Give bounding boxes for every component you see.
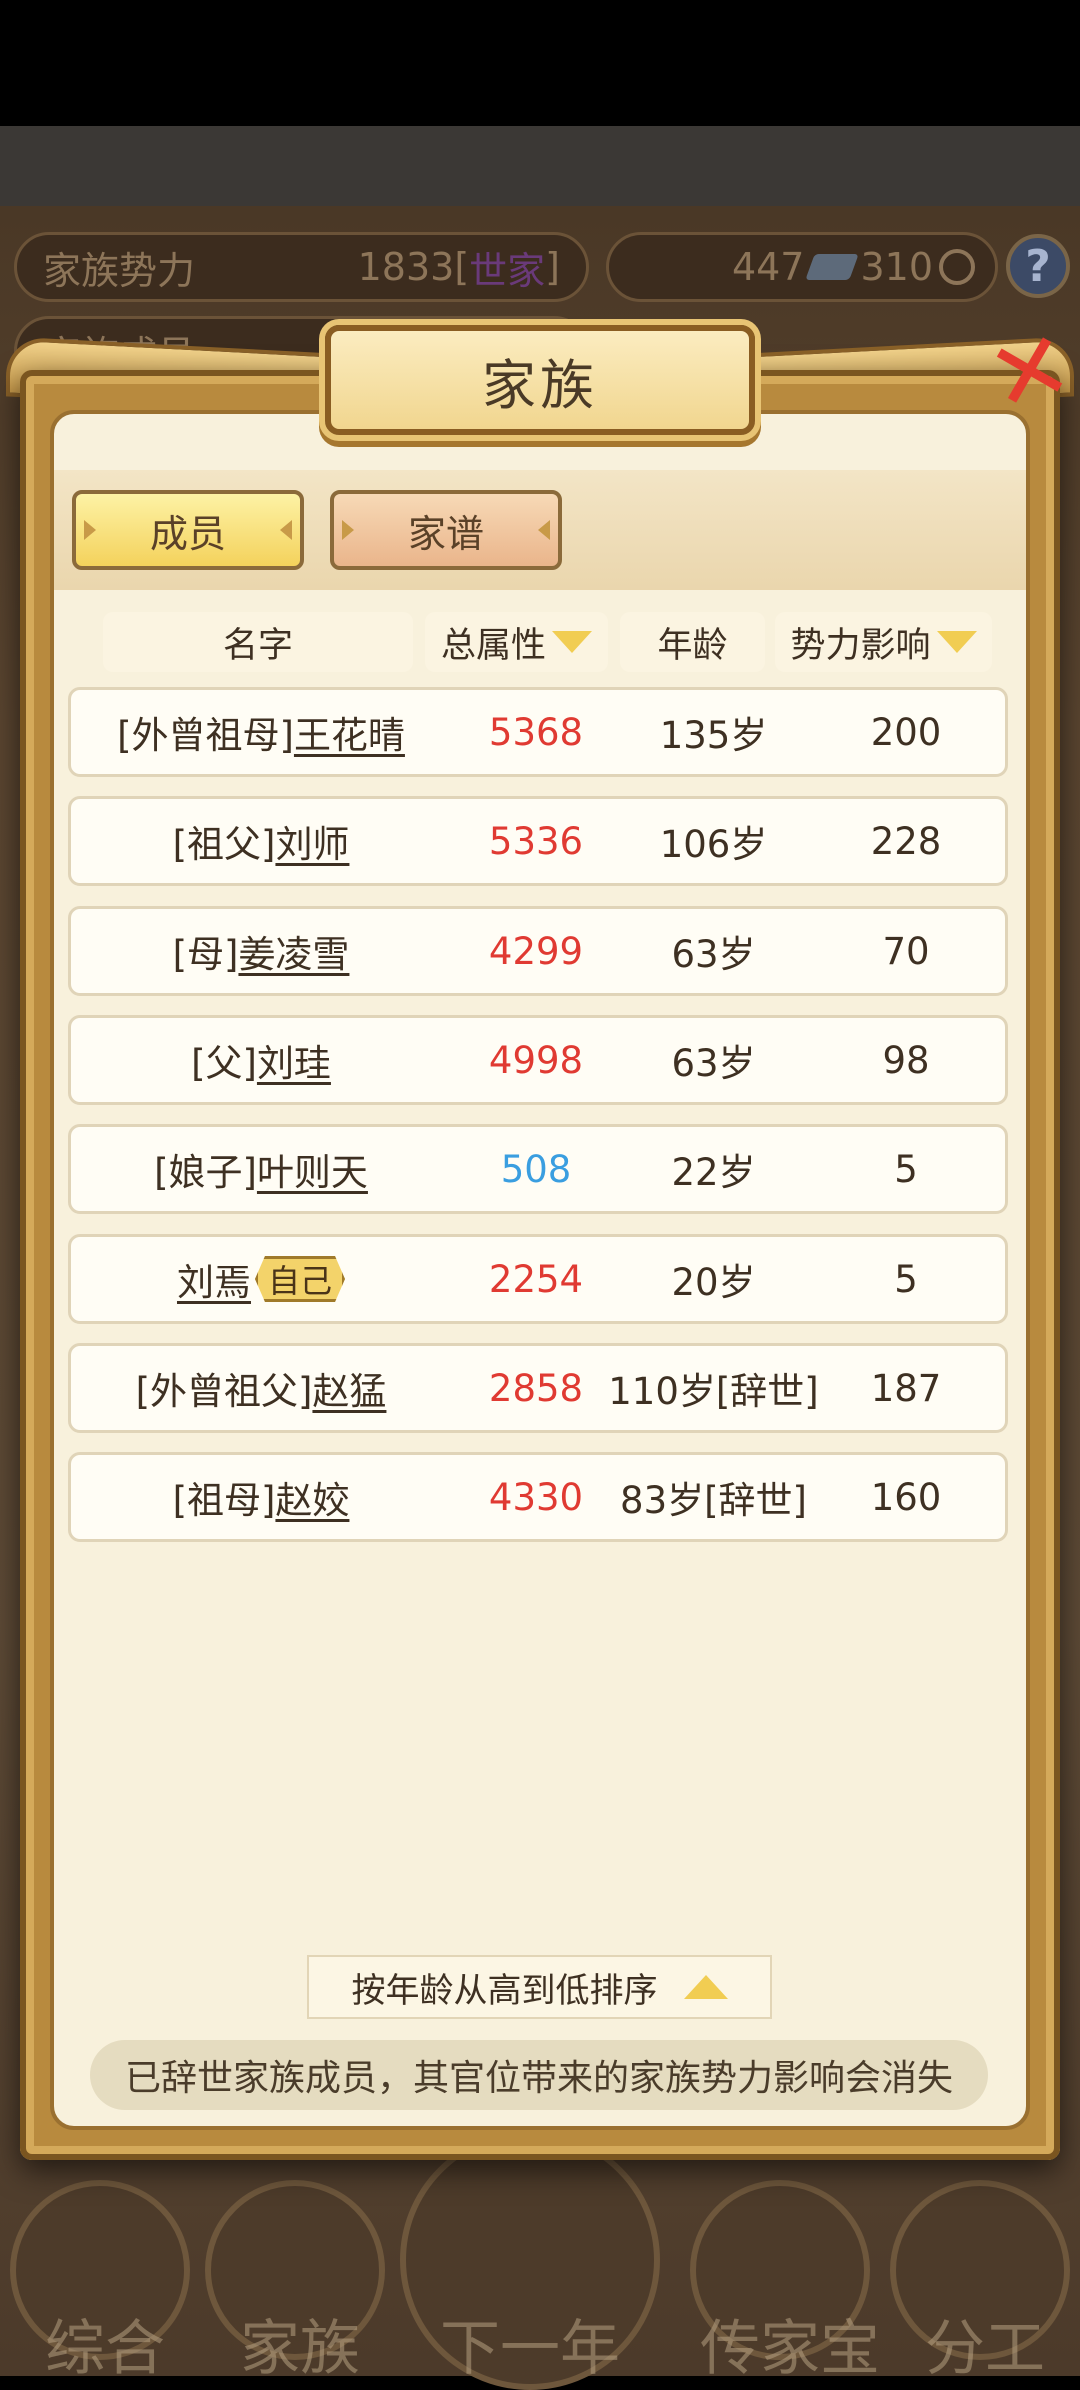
member-influence: 200: [870, 710, 942, 754]
member-total-attr: 2858: [488, 1366, 584, 1410]
silver-icon: [805, 254, 860, 280]
column-header-age[interactable]: 年龄: [620, 612, 765, 672]
member-name-link[interactable]: 刘师: [275, 814, 349, 868]
bg-currency-pill: 447 310: [606, 232, 998, 302]
member-name-link[interactable]: 王花晴: [294, 705, 405, 759]
sort-by-age-label: 按年龄从高到低排序: [351, 1970, 658, 2011]
member-total-attr: 508: [500, 1147, 572, 1191]
member-relation: [外曾祖母]: [117, 714, 294, 757]
member-influence: 228: [870, 819, 942, 863]
bg-currency-a: 447: [731, 245, 805, 289]
column-header-name: 名字: [103, 612, 413, 672]
nav-heirloom-label: 传家宝: [700, 2314, 880, 2384]
table-row[interactable]: [外曾祖母] 王花晴 5368 135岁 200: [68, 687, 1008, 777]
coin-icon: [939, 249, 975, 285]
member-age: 135岁: [659, 714, 768, 757]
member-relation: [娘子]: [154, 1151, 257, 1194]
bg-power-label: 家族势力: [43, 248, 196, 293]
member-total-attr: 5336: [488, 819, 584, 863]
member-age: 83岁[辞世]: [620, 1479, 807, 1522]
column-header-influence[interactable]: 势力影响: [775, 612, 992, 672]
column-header-total-attr-label: 总属性: [440, 625, 546, 666]
member-name-cell: 刘焉 自己: [71, 1237, 451, 1321]
table-row[interactable]: [娘子] 叶则天 508 22岁 5: [68, 1124, 1008, 1214]
member-name-cell: [娘子] 叶则天: [71, 1127, 451, 1211]
member-age: 63岁: [671, 1042, 756, 1085]
member-relation: [祖父]: [172, 823, 276, 866]
member-relation: [祖母]: [172, 1479, 276, 1522]
member-name-link[interactable]: 赵姣: [275, 1470, 349, 1524]
member-name-cell: [父] 刘珪: [71, 1018, 451, 1102]
bg-power-rank-tag: 世家: [469, 248, 546, 293]
background-top-bar: [0, 126, 1080, 206]
member-name-cell: [外曾祖母] 王花晴: [71, 690, 451, 774]
member-total-attr: 5368: [488, 710, 584, 754]
nav-next-year-label: 下一年: [440, 2314, 620, 2384]
column-header-influence-label: 势力影响: [790, 625, 931, 666]
tab-family-tree[interactable]: 家谱: [330, 490, 562, 570]
table-row[interactable]: [母] 姜凌雪 4299 63岁 70: [68, 906, 1008, 996]
nav-general-label: 综合: [45, 2314, 165, 2384]
member-name-cell: [外曾祖父] 赵猛: [71, 1346, 451, 1430]
sort-desc-icon: [552, 631, 592, 653]
column-header-name-label: 名字: [222, 625, 293, 666]
member-name-link[interactable]: 刘焉: [177, 1252, 251, 1306]
member-total-attr: 4299: [488, 929, 584, 973]
member-influence: 187: [870, 1366, 942, 1410]
member-name-cell: [母] 姜凌雪: [71, 909, 451, 993]
bg-power-value: 1833: [357, 245, 455, 289]
member-age: 110岁[辞世]: [608, 1370, 819, 1413]
member-influence: 5: [894, 1257, 918, 1301]
table-row[interactable]: [父] 刘珪 4998 63岁 98: [68, 1015, 1008, 1105]
member-influence: 70: [882, 929, 930, 973]
member-relation: [外曾祖父]: [135, 1370, 313, 1413]
bg-power-rank-open: [: [454, 245, 470, 289]
member-influence: 98: [882, 1038, 930, 1082]
status-bar: [0, 0, 1080, 126]
member-name-cell: [祖父] 刘师: [71, 799, 451, 883]
self-badge: 自己: [255, 1256, 345, 1302]
column-header-total-attr[interactable]: 总属性: [425, 612, 608, 672]
member-age: 20岁: [671, 1261, 756, 1304]
member-total-attr: 4998: [488, 1038, 584, 1082]
sort-by-age-button[interactable]: 按年龄从高到低排序: [307, 1955, 772, 2019]
member-influence: 160: [870, 1475, 942, 1519]
deceased-notice: 已辞世家族成员，其官位带来的家族势力影响会消失: [90, 2040, 988, 2110]
member-name-link[interactable]: 刘珪: [257, 1033, 331, 1087]
table-row[interactable]: [祖母] 赵姣 4330 83岁[辞世] 160: [68, 1452, 1008, 1542]
member-age: 22岁: [671, 1151, 756, 1194]
help-icon[interactable]: ?: [1006, 234, 1070, 298]
dialog-title: 家族: [482, 353, 598, 417]
member-name-cell: [祖母] 赵姣: [71, 1455, 451, 1539]
deceased-notice-text: 已辞世家族成员，其官位带来的家族势力影响会消失: [124, 2058, 953, 2099]
column-header-age-label: 年龄: [657, 625, 728, 666]
table-row[interactable]: [祖父] 刘师 5336 106岁 228: [68, 796, 1008, 886]
member-total-attr: 2254: [488, 1257, 584, 1301]
member-total-attr: 4330: [488, 1475, 584, 1519]
bg-currency-b: 310: [860, 245, 933, 289]
member-age: 106岁: [659, 823, 768, 866]
member-relation: [父]: [191, 1042, 257, 1085]
table-row[interactable]: [外曾祖父] 赵猛 2858 110岁[辞世] 187: [68, 1343, 1008, 1433]
member-name-link[interactable]: 姜凌雪: [238, 924, 349, 978]
member-influence: 5: [894, 1147, 918, 1191]
sort-asc-icon: [683, 1975, 728, 1999]
tab-members[interactable]: 成员: [72, 490, 304, 570]
member-age: 63岁: [671, 933, 756, 976]
dialog-title-plaque: 家族: [325, 325, 755, 435]
bg-family-power-pill: 家族势力 1833 [ 世家 ]: [14, 232, 589, 302]
bg-power-rank-close: ]: [545, 245, 560, 289]
nav-family-label: 家族: [240, 2314, 360, 2384]
member-name-link[interactable]: 叶则天: [257, 1142, 368, 1196]
table-row[interactable]: 刘焉 自己 2254 20岁 5: [68, 1234, 1008, 1324]
member-name-link[interactable]: 赵猛: [312, 1361, 386, 1415]
nav-division-label: 分工: [925, 2314, 1045, 2384]
member-relation: [母]: [172, 933, 239, 976]
sort-desc-icon: [936, 631, 977, 653]
